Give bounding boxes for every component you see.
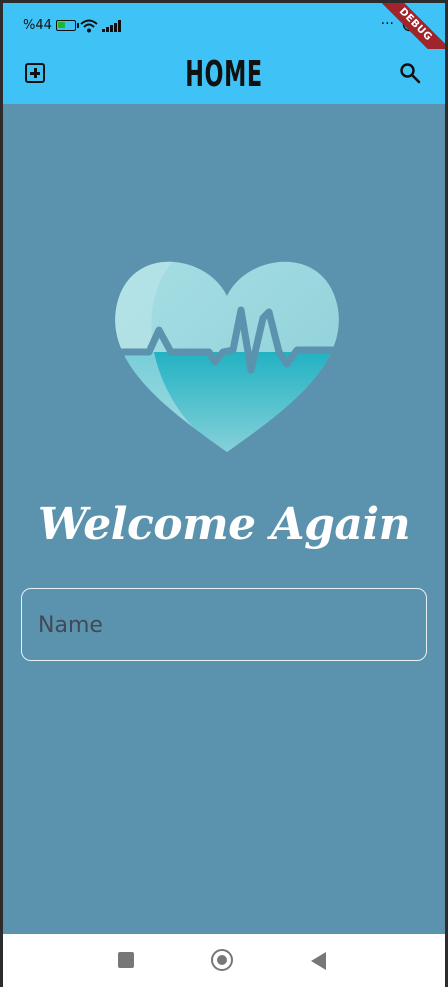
name-input[interactable] [36,607,400,643]
signal-icon [101,19,121,32]
wifi-icon [80,19,98,32]
app-bar: HOME [3,49,445,104]
welcome-heading: Welcome Again [37,499,411,550]
square-icon[interactable] [118,952,134,968]
search-icon[interactable] [399,62,421,84]
page-title: HOME [185,54,263,95]
battery-icon [55,20,79,31]
battery-percent-label: %44 [23,18,52,33]
circle-icon[interactable] [211,949,233,971]
heart-pulse-icon [111,261,343,452]
status-left: %44 [23,18,125,33]
name-field[interactable] [21,588,427,661]
system-nav-bar [3,934,445,987]
triangle-back-icon[interactable] [311,952,326,970]
main-content: Welcome Again [3,104,445,934]
add-box-icon[interactable] [25,63,45,83]
